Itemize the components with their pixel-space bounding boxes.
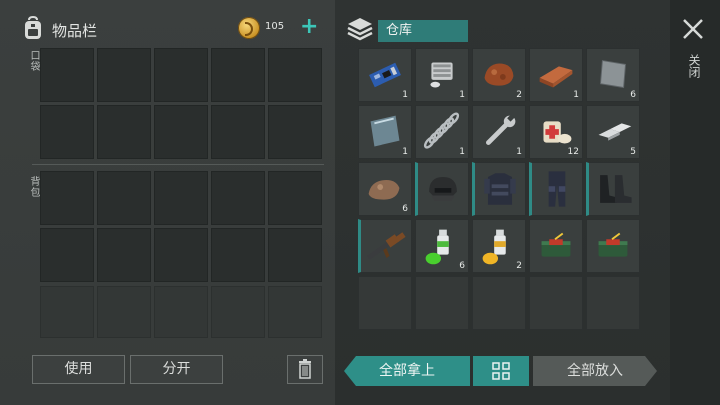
storage-slot[interactable]: 1 — [415, 48, 469, 102]
pocket-grid — [40, 48, 322, 159]
section-divider — [32, 164, 324, 165]
inventory-slot[interactable] — [40, 228, 94, 282]
storage-slot[interactable]: 2 — [472, 48, 526, 102]
storage-slot[interactable]: 1 — [472, 105, 526, 159]
inventory-slot[interactable] — [40, 48, 94, 102]
armor-vest-icon — [484, 173, 516, 205]
storage-slot[interactable] — [529, 219, 583, 273]
use-button[interactable]: 使用 — [32, 355, 125, 384]
close-button[interactable] — [680, 16, 706, 42]
locked-slot — [211, 286, 265, 338]
storage-icon — [345, 16, 375, 46]
storage-slot[interactable] — [586, 219, 640, 273]
put-all-button[interactable]: 全部放入 — [533, 356, 657, 386]
armor-pants-icon — [548, 171, 566, 207]
item-quantity: 1 — [573, 90, 579, 100]
put-all-label: 全部放入 — [533, 356, 657, 386]
locked-slot — [154, 286, 208, 338]
inventory-slot[interactable] — [211, 171, 265, 225]
storage-slot[interactable]: 1 — [358, 48, 412, 102]
explosive-charge-icon — [541, 232, 571, 257]
storage-slot[interactable]: 6 — [358, 162, 412, 216]
locked-slot — [97, 286, 151, 338]
inventory-slot[interactable] — [211, 48, 265, 102]
item-quantity: 6 — [459, 261, 465, 271]
close-icon — [683, 19, 703, 39]
item-quantity: 1 — [459, 90, 465, 100]
item-quantity: 1 — [402, 147, 408, 157]
inventory-slot[interactable] — [97, 105, 151, 159]
item-quantity: 2 — [516, 90, 522, 100]
storage-title: 仓库 — [378, 20, 468, 42]
inventory-slot[interactable] — [211, 228, 265, 282]
inventory-slot[interactable] — [154, 48, 208, 102]
inventory-slot[interactable] — [268, 48, 322, 102]
storage-slot[interactable]: 12 — [529, 105, 583, 159]
inventory-title: 物品栏 — [52, 21, 98, 40]
item-quantity: 12 — [567, 147, 579, 157]
boots-icon — [600, 175, 632, 203]
item-quantity: 6 — [402, 204, 408, 214]
storage-slot[interactable]: 2 — [472, 219, 526, 273]
storage-slot[interactable] — [358, 219, 412, 273]
inventory-slot[interactable] — [211, 105, 265, 159]
close-label[interactable]: 关闭 — [686, 54, 703, 78]
storage-slot[interactable] — [415, 276, 469, 330]
storage-slot[interactable]: 5 — [586, 105, 640, 159]
inventory-slot[interactable] — [40, 171, 94, 225]
take-all-button[interactable]: 全部拿上 — [344, 356, 470, 386]
inventory-header: 物品栏 — [22, 12, 97, 48]
locked-grid — [40, 286, 322, 338]
storage-slot[interactable] — [529, 162, 583, 216]
explosive-charge-icon — [598, 232, 628, 257]
inventory-slot[interactable] — [268, 171, 322, 225]
storage-slot[interactable]: 1 — [529, 48, 583, 102]
inventory-slot[interactable] — [154, 228, 208, 282]
sort-button[interactable] — [473, 356, 529, 386]
storage-slot[interactable] — [415, 162, 469, 216]
inventory-slot[interactable] — [268, 105, 322, 159]
inventory-slot[interactable] — [40, 105, 94, 159]
inventory-slot[interactable] — [97, 171, 151, 225]
storage-slot[interactable]: 1 — [358, 105, 412, 159]
trash-button[interactable] — [287, 355, 323, 384]
assault-rifle-icon — [366, 232, 406, 260]
backpack-grid — [40, 171, 322, 282]
storage-slot[interactable] — [586, 276, 640, 330]
item-quantity: 1 — [402, 90, 408, 100]
helmet-icon — [429, 176, 457, 202]
backpack-label: 背包 — [28, 176, 39, 198]
item-quantity: 2 — [516, 261, 522, 271]
trash-icon — [299, 359, 311, 379]
item-quantity: 6 — [630, 90, 636, 100]
item-quantity: 1 — [459, 147, 465, 157]
split-button[interactable]: 分开 — [130, 355, 223, 384]
storage-slot[interactable]: 6 — [586, 48, 640, 102]
item-quantity: 5 — [630, 147, 636, 157]
storage-slot[interactable]: 1 — [415, 105, 469, 159]
inventory-slot[interactable] — [154, 105, 208, 159]
storage-slot[interactable] — [472, 276, 526, 330]
storage-slot[interactable]: 6 — [415, 219, 469, 273]
inventory-slot[interactable] — [154, 171, 208, 225]
grid-sort-icon — [492, 362, 510, 380]
storage-slot[interactable] — [586, 162, 640, 216]
locked-slot — [40, 286, 94, 338]
inventory-slot[interactable] — [97, 48, 151, 102]
storage-slot[interactable] — [472, 162, 526, 216]
storage-grid: 1 1 2 1 6 1 1 1 12 5 6 6 2 — [358, 48, 640, 330]
storage-slot[interactable] — [358, 276, 412, 330]
inventory-slot[interactable] — [97, 228, 151, 282]
backpack-icon — [22, 15, 44, 44]
coin-count: 105 — [265, 21, 285, 32]
pocket-label: 口袋 — [28, 50, 39, 72]
locked-slot — [268, 286, 322, 338]
add-coins-button[interactable]: + — [300, 16, 318, 38]
inventory-slot[interactable] — [268, 228, 322, 282]
coin-icon — [238, 17, 260, 39]
take-all-label: 全部拿上 — [344, 356, 470, 386]
item-quantity: 1 — [516, 147, 522, 157]
storage-slot[interactable] — [529, 276, 583, 330]
